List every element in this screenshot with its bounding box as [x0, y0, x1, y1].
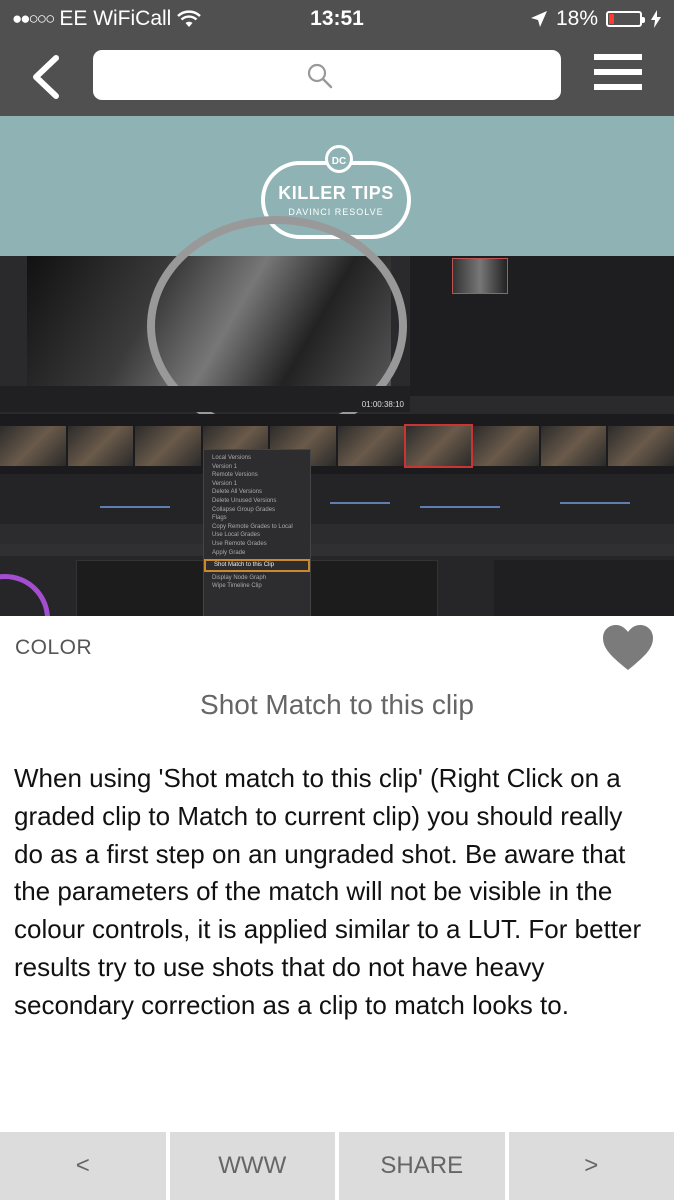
search-icon — [307, 63, 333, 89]
video-viewer — [27, 216, 407, 436]
grading-panel-header — [0, 544, 674, 556]
share-button[interactable]: SHARE — [339, 1132, 505, 1200]
context-menu-item: Collapse Group Grades — [212, 506, 276, 513]
navigation-bar — [0, 38, 674, 116]
previous-button[interactable]: < — [0, 1132, 166, 1200]
article-title: Shot Match to this clip — [200, 689, 474, 720]
bottom-toolbar: < WWW SHARE > — [0, 1132, 674, 1200]
location-arrow-icon — [530, 11, 547, 27]
article-body: When using 'Shot match to this clip' (Ri… — [14, 763, 642, 1020]
context-menu-item: Use Local Grades — [212, 532, 261, 539]
article-hero-image: DC KILLER TIPS DAVINCI RESOLVE 01:00:38:… — [0, 116, 674, 616]
category-label: COLOR — [15, 636, 93, 659]
context-menu-item: Display Node Graph — [212, 574, 267, 581]
context-menu-item: Wipe Timeline Clip — [212, 583, 262, 590]
status-bar: ●●○○○ EE WiFiCall 13:51 18% — [0, 0, 674, 38]
context-menu-item: Delete All Versions — [212, 489, 263, 496]
timecode: 01:00:38:10 — [361, 400, 404, 409]
next-button[interactable]: > — [508, 1132, 674, 1200]
context-menu-item-highlighted: Shot Match to this Clip — [204, 559, 310, 572]
hamburger-menu-icon[interactable] — [594, 54, 642, 98]
heart-icon[interactable] — [602, 624, 654, 672]
www-button[interactable]: WWW — [169, 1132, 335, 1200]
context-menu-item: Version 1 — [212, 463, 238, 470]
context-menu-item: Use Remote Grades — [212, 540, 267, 547]
context-menu-item: Remote Versions — [212, 472, 258, 479]
context-menu-item: Version 1 — [212, 480, 238, 487]
clip-thumbnails — [0, 424, 674, 468]
transport-controls: 01:00:38:10 — [0, 386, 410, 412]
context-menu: Local Versions Version 1 Remote Versions… — [203, 449, 311, 616]
color-wheel — [0, 574, 50, 616]
search-input[interactable] — [93, 50, 561, 100]
battery-percent: 18% — [555, 7, 598, 30]
context-menu-item: Local Versions — [212, 455, 252, 461]
context-menu-item: Copy Remote Grades to Local — [212, 523, 293, 530]
context-menu-item: Apply Grade — [212, 549, 246, 556]
keyframes-panel — [494, 560, 674, 616]
grade-node — [452, 258, 508, 294]
logo-title: KILLER TIPS — [278, 183, 394, 203]
grading-panel — [0, 544, 674, 616]
charging-bolt-icon — [651, 10, 661, 28]
context-menu-item: Delete Unused Versions — [212, 497, 277, 504]
context-menu-item: Flags — [212, 515, 227, 522]
color-toolbar — [0, 524, 674, 544]
node-graph — [410, 256, 674, 396]
timeline-row — [0, 474, 674, 524]
dc-mark: DC — [325, 145, 353, 173]
back-chevron-icon[interactable] — [24, 52, 74, 102]
battery-icon — [606, 11, 645, 27]
